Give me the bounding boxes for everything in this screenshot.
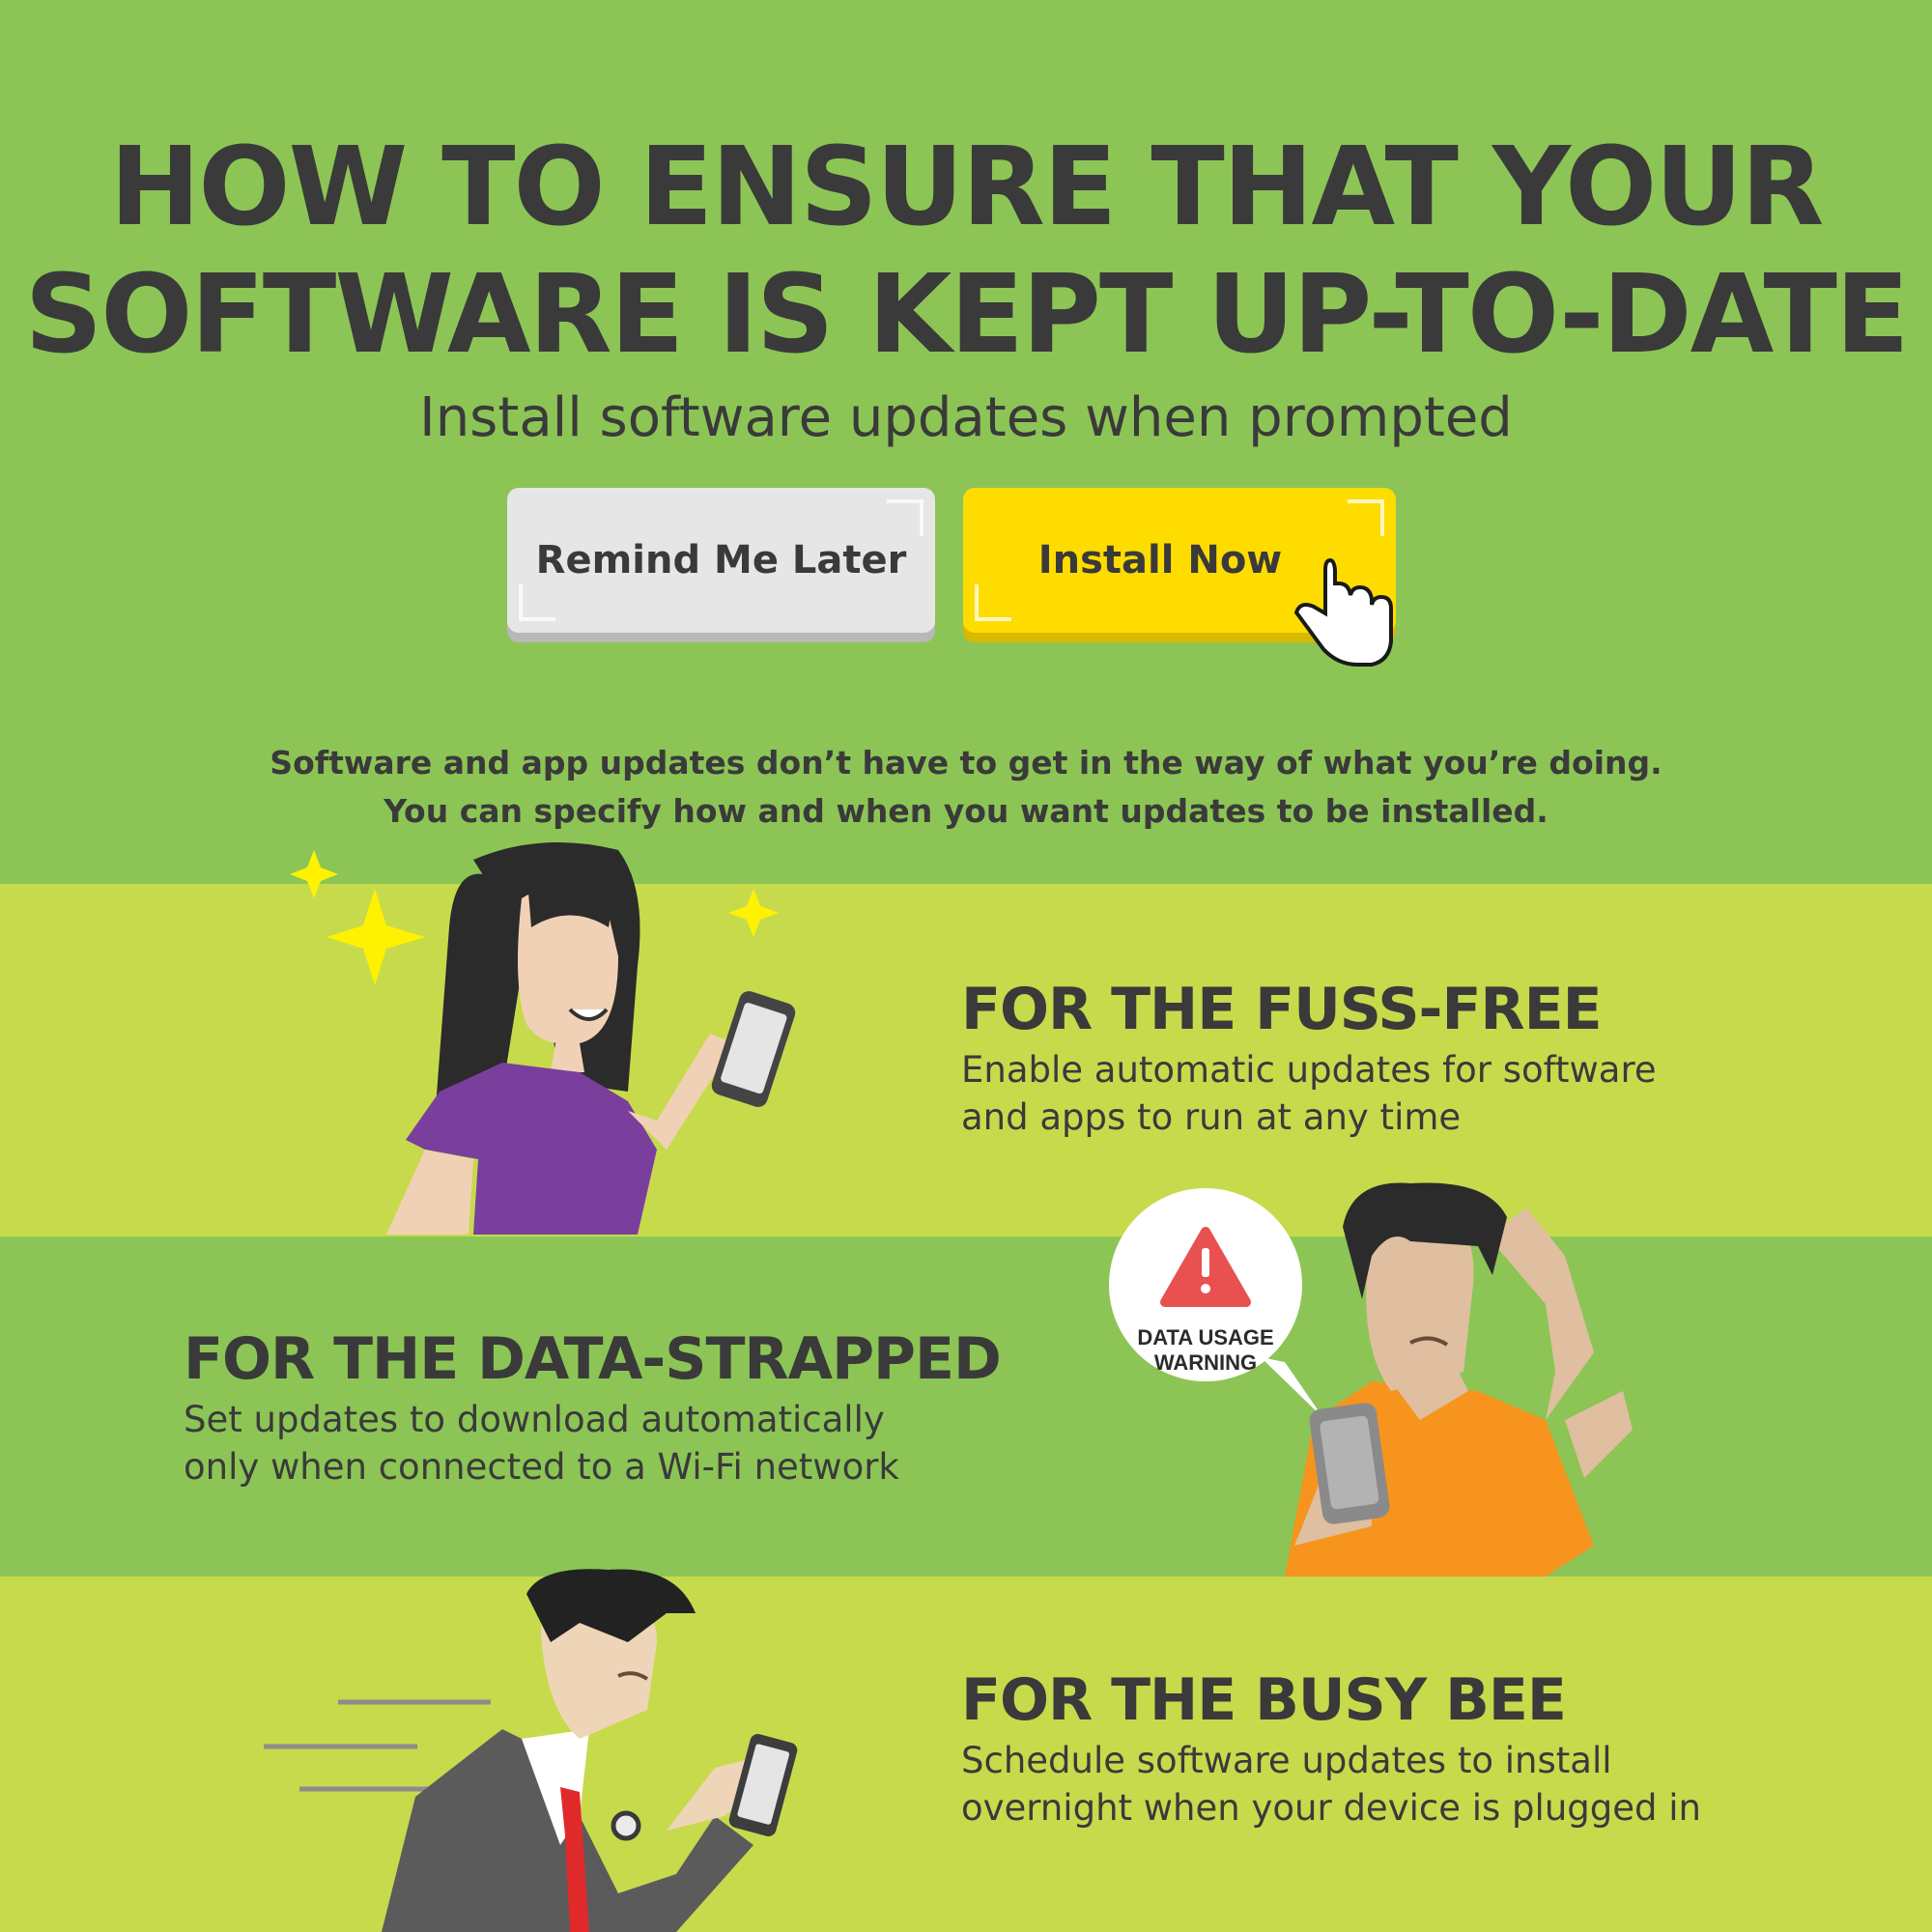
warning-text-line-2: WARNING [1153,1350,1258,1375]
worried-man-with-phone-illustration [1285,1182,1633,1577]
busy-bee-text-line-1: Schedule software updates to install [961,1740,1612,1781]
data-strapped-text-line-2: only when connected to a Wi-Fi network [184,1446,899,1488]
businessman-with-phone-illustration [382,1569,798,1932]
fuss-free-text-line-1: Enable automatic updates for software [961,1049,1657,1091]
data-strapped-heading: FOR THE DATA-STRAPPED [184,1325,1002,1393]
busy-bee-text-line-2: overnight when your device is plugged in [961,1787,1701,1829]
warning-text-line-1: DATA USAGE [1137,1325,1274,1350]
woman-with-phone-illustration [386,842,796,1235]
busy-bee-heading: FOR THE BUSY BEE [961,1666,1567,1734]
fuss-free-text-line-2: and apps to run at any time [961,1096,1462,1138]
hand-cursor-icon [1293,557,1393,667]
fuss-free-heading: FOR THE FUSS-FREE [961,976,1603,1043]
wristwatch-icon [611,1810,641,1841]
data-strapped-text-line-1: Set updates to download automatically [184,1399,885,1440]
warning-bubble-text: DATA USAGE WARNING [1109,1325,1302,1376]
illustrations-layer [264,557,1633,1932]
warning-bubble [1109,1188,1323,1418]
